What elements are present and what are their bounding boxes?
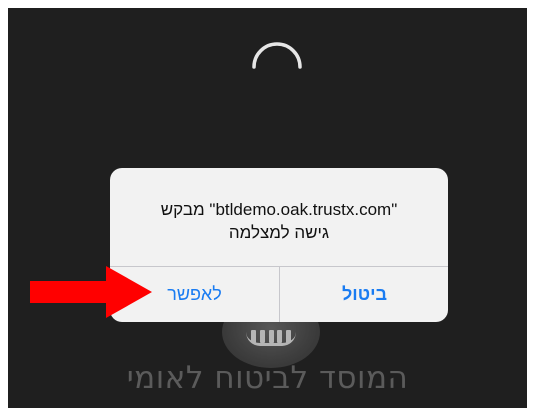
dialog-message: "btldemo.oak.trustx.com" מבקש גישה למצלמ… [110, 198, 448, 244]
phone-screen: המוסד לביטוח לאומי "btldemo.oak.trustx.c… [8, 8, 527, 408]
brand-name: המוסד לביטוח לאומי [126, 360, 409, 396]
cancel-button[interactable]: ביטול [280, 267, 448, 322]
red-arrow-icon [30, 264, 154, 320]
loading-spinner-icon [250, 40, 304, 94]
dialog-message-line-1: "btldemo.oak.trustx.com" מבקש [160, 200, 398, 219]
camera-permission-dialog: "btldemo.oak.trustx.com" מבקש גישה למצלמ… [110, 168, 448, 322]
dialog-message-line-2: גישה למצלמה [228, 223, 330, 242]
